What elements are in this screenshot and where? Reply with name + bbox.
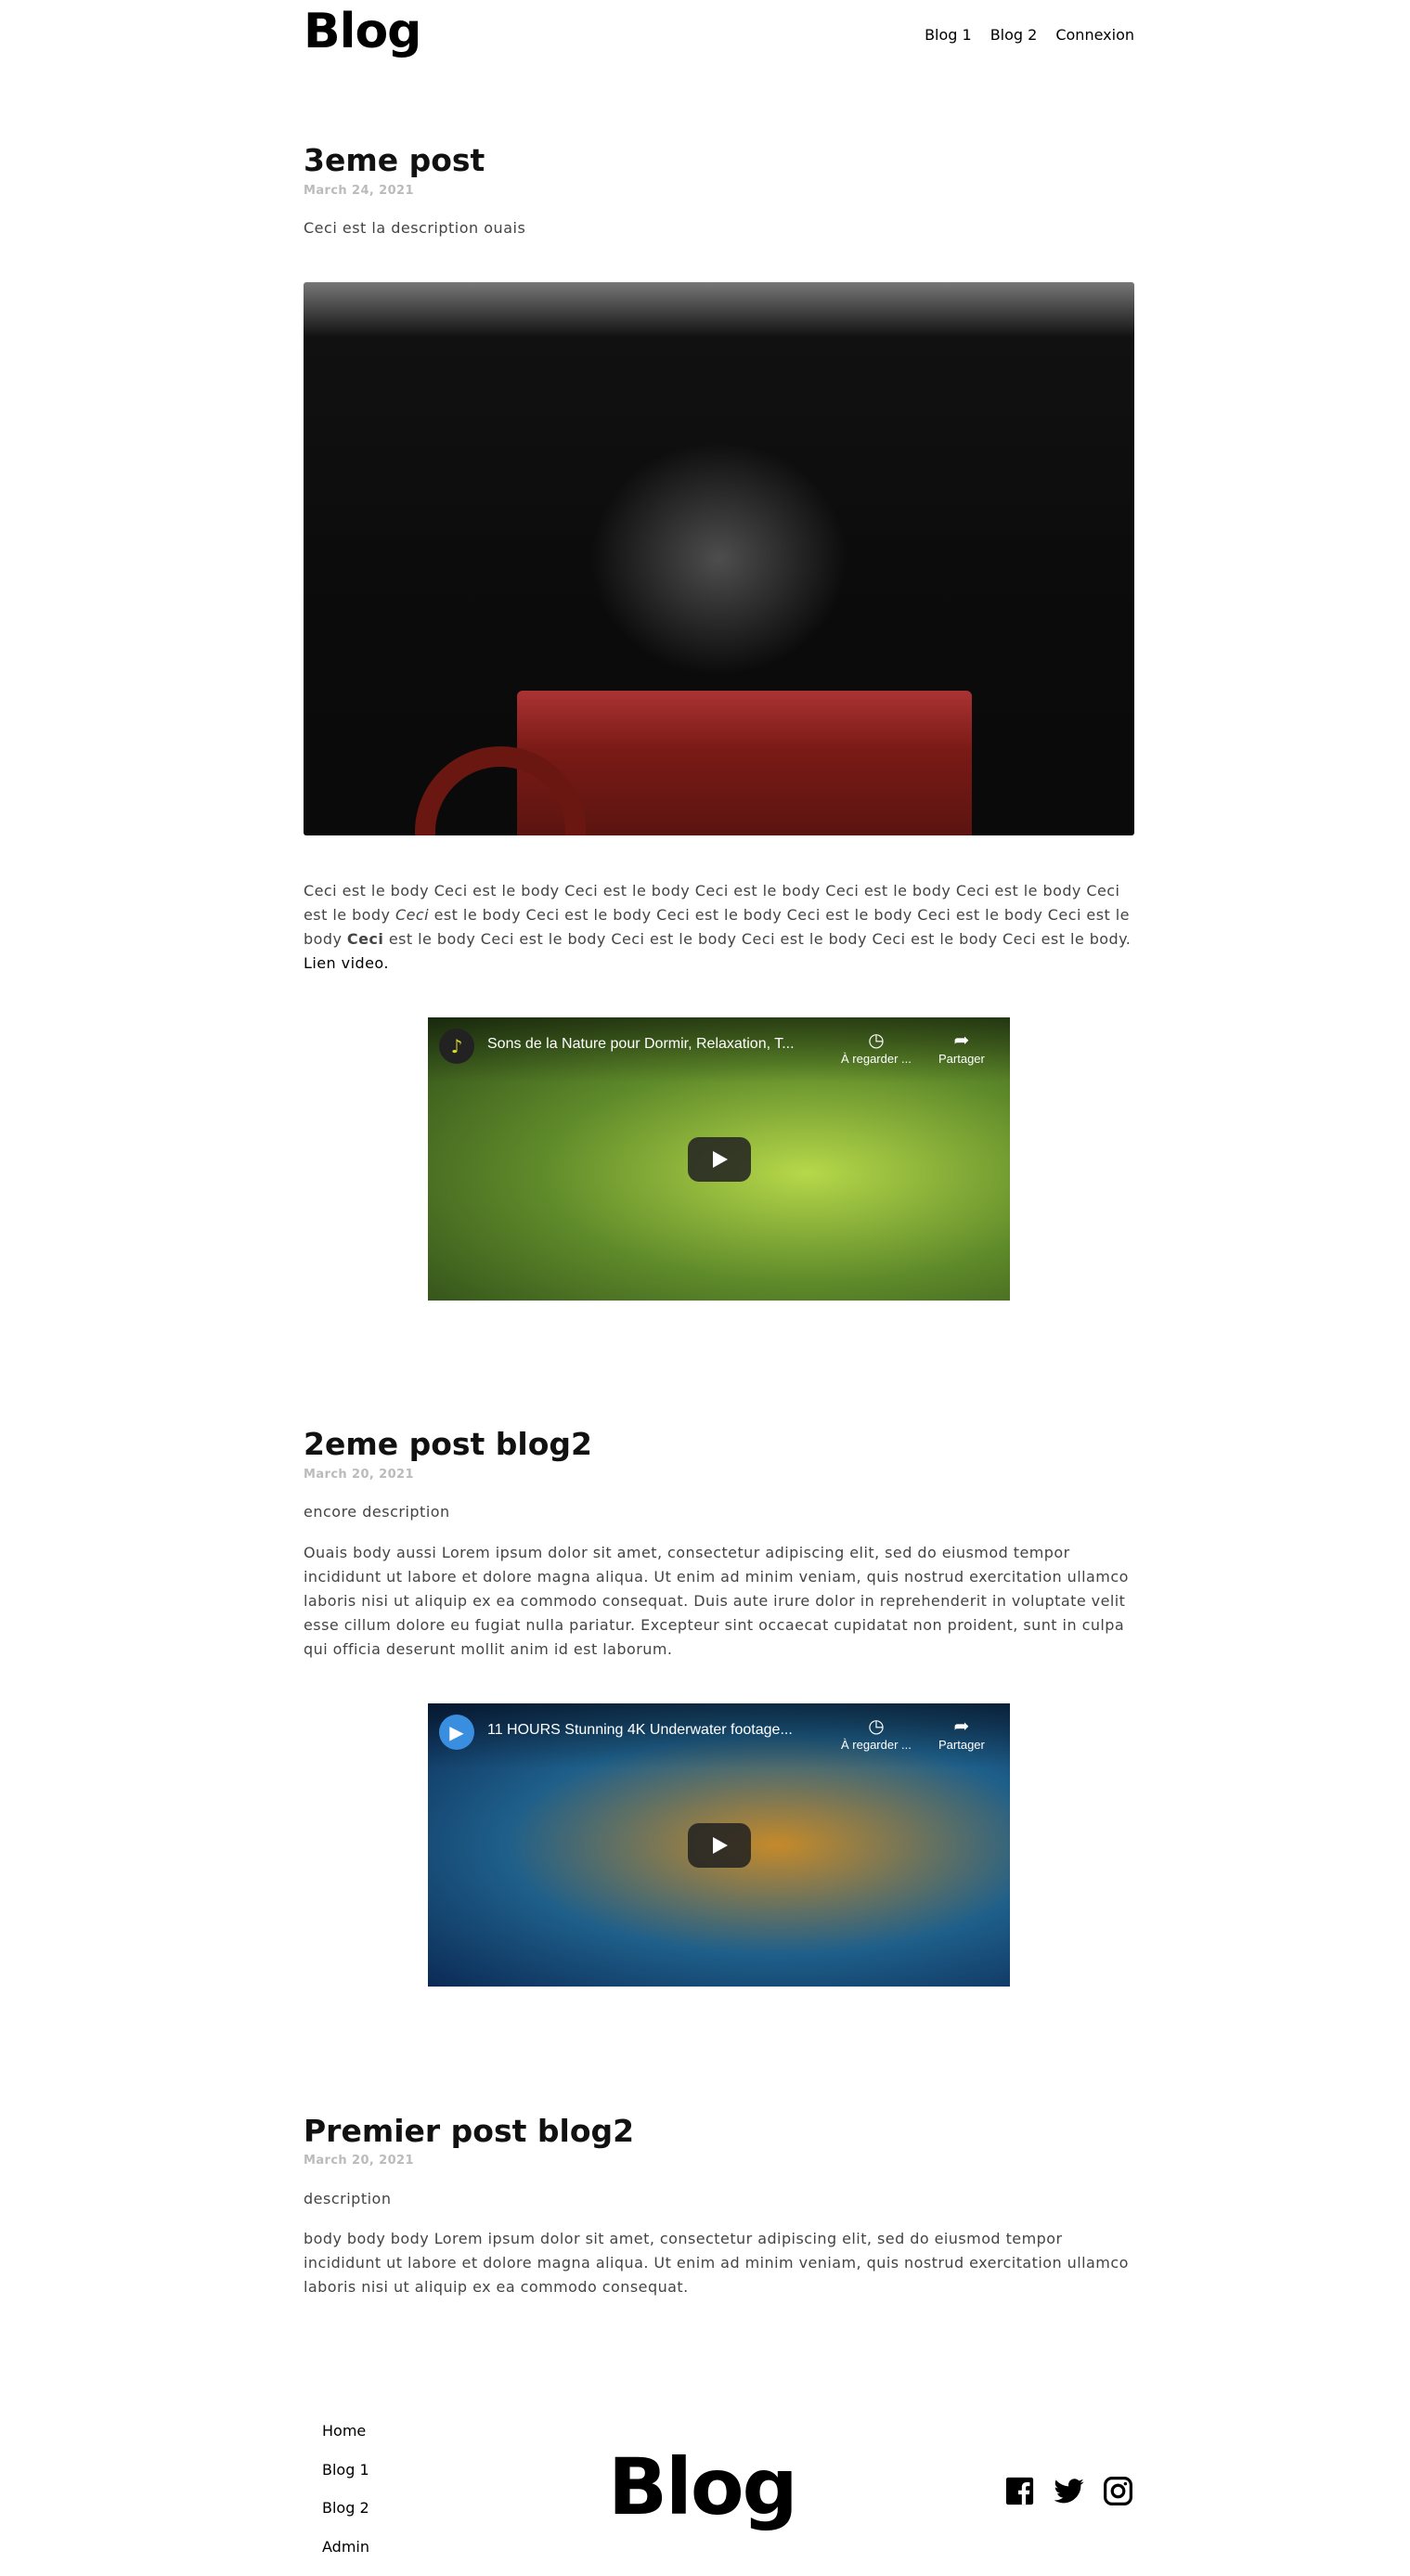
post-description: description	[304, 2190, 1134, 2207]
video-title[interactable]: Sons de la Nature pour Dormir, Relaxatio…	[487, 1036, 795, 1053]
play-button[interactable]	[688, 1823, 751, 1868]
post-body: Ouais body aussi Lorem ipsum dolor sit a…	[304, 1541, 1134, 1662]
nav-blog-2[interactable]: Blog 2	[990, 26, 1038, 44]
post-date: March 20, 2021	[304, 1468, 1134, 1482]
play-channel-icon[interactable]: ▶	[439, 1715, 474, 1750]
footer-logo: Blog	[608, 2441, 796, 2532]
share-icon: ➦	[938, 1715, 985, 1738]
footer-links: Home Blog 1 Blog 2 Admin	[322, 2422, 369, 2576]
instagram-icon[interactable]	[1102, 2475, 1134, 2507]
share-button[interactable]: ➦Partager	[938, 1715, 985, 1752]
watch-later-button[interactable]: ◷À regarder ...	[841, 1029, 912, 1066]
body-italic: Ceci	[395, 906, 429, 924]
footer-link-admin[interactable]: Admin	[322, 2538, 369, 2576]
video-title[interactable]: 11 HOURS Stunning 4K Underwater footage.…	[487, 1722, 793, 1739]
post-date: March 20, 2021	[304, 2154, 1134, 2168]
clock-icon: ◷	[841, 1029, 912, 1052]
twitter-icon[interactable]	[1053, 2475, 1085, 2507]
post-description: encore description	[304, 1503, 1134, 1521]
site-logo[interactable]: Blog	[304, 4, 420, 59]
post-title[interactable]: 2eme post blog2	[304, 1426, 1134, 1462]
post-date: March 24, 2021	[304, 184, 1134, 198]
youtube-embed[interactable]: ▶ 11 HOURS Stunning 4K Underwater footag…	[428, 1703, 1010, 1987]
footer-link-blog-1[interactable]: Blog 1	[322, 2461, 369, 2500]
post-description: Ceci est la description ouais	[304, 219, 1134, 237]
watch-later-button[interactable]: ◷À regarder ...	[841, 1715, 912, 1752]
music-note-icon[interactable]: ♪	[439, 1029, 474, 1064]
play-button[interactable]	[688, 1137, 751, 1182]
share-button[interactable]: ➦Partager	[938, 1029, 985, 1066]
post-body: Ceci est le body Ceci est le body Ceci e…	[304, 879, 1134, 976]
facebook-icon[interactable]	[1003, 2475, 1036, 2507]
clock-icon: ◷	[841, 1715, 912, 1738]
body-bold: Ceci	[347, 930, 383, 948]
youtube-embed[interactable]: ♪ Sons de la Nature pour Dormir, Relaxat…	[428, 1017, 1010, 1301]
video-link[interactable]: Lien video.	[304, 954, 389, 972]
post-body: body body body Lorem ipsum dolor sit ame…	[304, 2227, 1134, 2299]
post-title[interactable]: Premier post blog2	[304, 2113, 1134, 2149]
post-title[interactable]: 3eme post	[304, 142, 1134, 178]
nav-connexion[interactable]: Connexion	[1055, 26, 1134, 44]
body-text: est le body Ceci est le body Ceci est le…	[383, 930, 1131, 948]
footer-link-home[interactable]: Home	[322, 2422, 369, 2461]
footer-link-blog-2[interactable]: Blog 2	[322, 2499, 369, 2538]
nav-blog-1[interactable]: Blog 1	[925, 26, 972, 44]
share-icon: ➦	[938, 1029, 985, 1052]
top-nav: Blog 1 Blog 2 Connexion	[925, 26, 1134, 44]
post-image-steaming-cup	[304, 282, 1134, 835]
social-links	[1003, 2475, 1134, 2507]
